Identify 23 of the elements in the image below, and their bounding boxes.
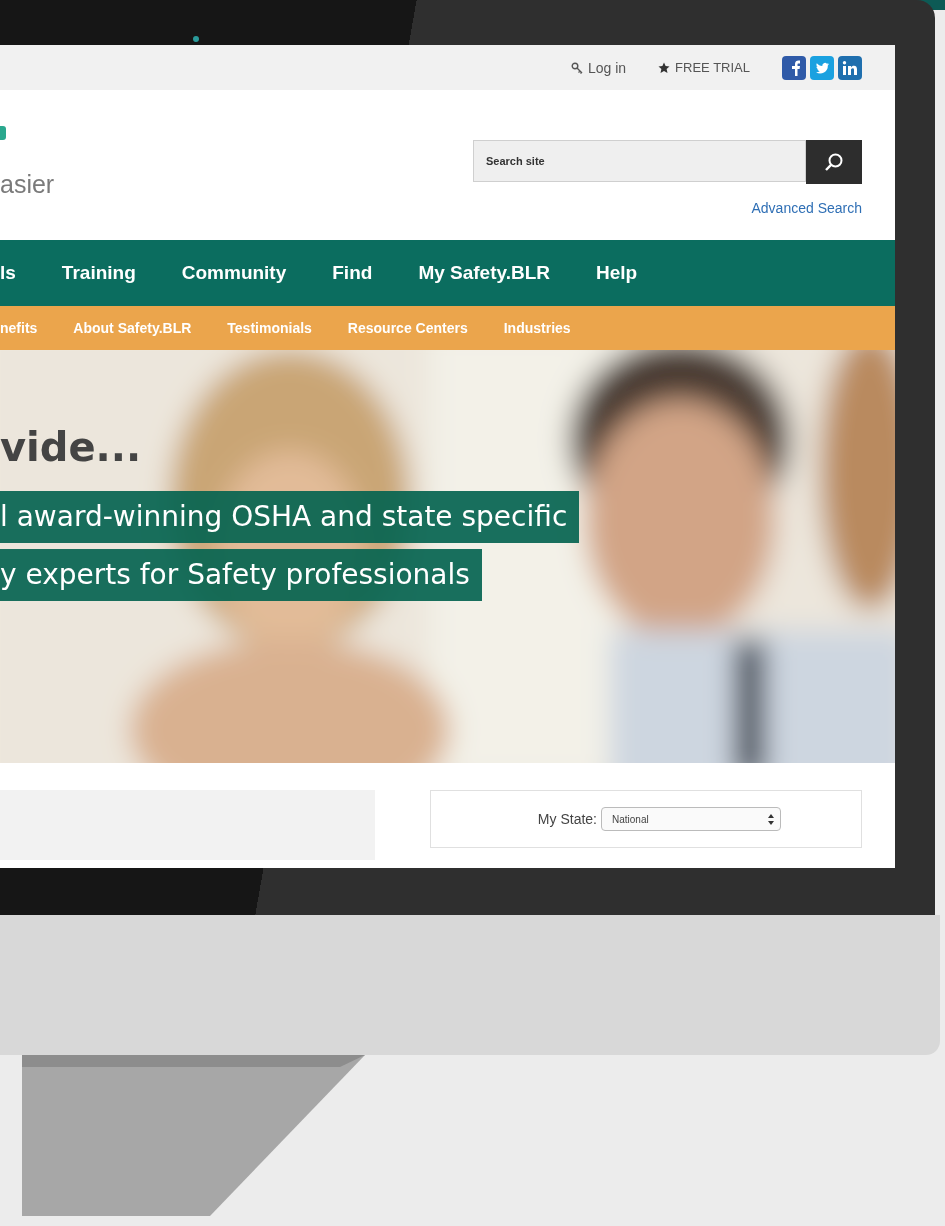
free-trial-link[interactable]: FREE TRIAL bbox=[658, 60, 750, 75]
hero-heading: vide... bbox=[0, 425, 142, 469]
nav-link[interactable]: Training bbox=[61, 262, 136, 284]
login-link[interactable]: Log in bbox=[570, 59, 627, 76]
state-label: My State: bbox=[537, 811, 597, 827]
nav-link[interactable]: My Safety.BLR bbox=[418, 262, 550, 284]
nav-link[interactable]: Help bbox=[596, 262, 638, 284]
nav-link[interactable]: Community bbox=[181, 262, 287, 284]
twitter-icon[interactable] bbox=[810, 55, 834, 80]
search-icon bbox=[824, 152, 844, 172]
search-field[interactable]: Search site bbox=[473, 140, 806, 182]
logo-tagline: asier bbox=[0, 170, 55, 199]
star-icon bbox=[658, 61, 671, 74]
advanced-search-link[interactable]: Advanced Search bbox=[751, 200, 862, 216]
search-button[interactable] bbox=[806, 140, 862, 184]
state-select[interactable]: National bbox=[601, 807, 781, 831]
updown-caret-icon bbox=[768, 813, 774, 825]
linkedin-icon[interactable] bbox=[838, 55, 862, 80]
nav-link[interactable]: Find bbox=[332, 262, 373, 284]
facebook-icon[interactable] bbox=[782, 55, 806, 80]
camera-icon bbox=[193, 36, 199, 42]
nav-link[interactable]: ls bbox=[0, 262, 16, 284]
key-icon bbox=[570, 61, 583, 74]
